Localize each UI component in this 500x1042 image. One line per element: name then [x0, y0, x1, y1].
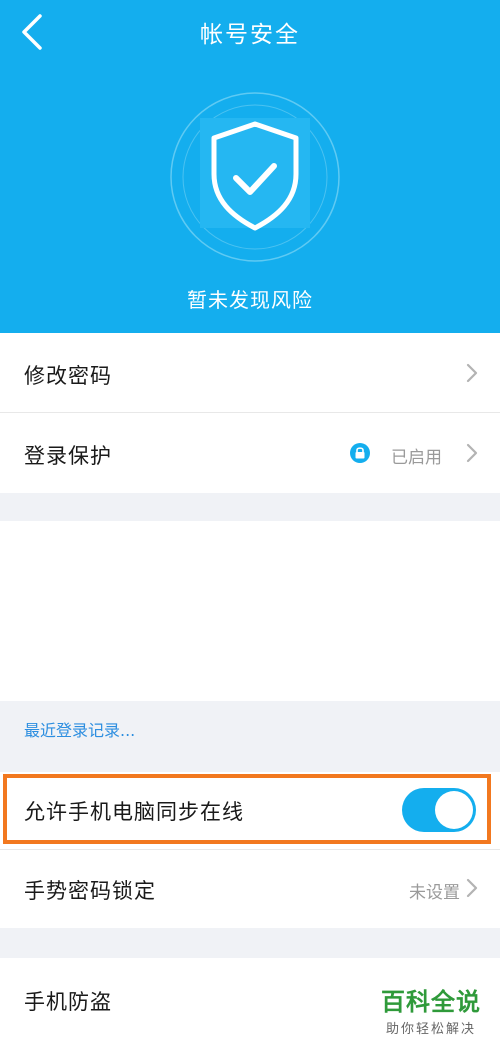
sync-online-label: 允许手机电脑同步在线 — [24, 800, 244, 824]
change-password-label: 修改密码 — [24, 364, 112, 388]
toggle-knob — [435, 791, 473, 829]
anti-theft-label: 手机防盗 — [24, 990, 112, 1014]
login-protection-row[interactable]: 登录保护 已启用 — [0, 413, 500, 493]
chevron-right-icon — [466, 363, 478, 383]
gesture-lock-status: 未设置 — [409, 883, 460, 903]
header: 帐号安全 暂未发现风险 — [0, 0, 500, 333]
watermark-title: 百科全说 — [381, 988, 481, 1016]
recent-login-link[interactable]: 最近登录记录... — [24, 717, 135, 741]
page-title: 帐号安全 — [200, 22, 300, 48]
chevron-right-icon — [466, 878, 478, 898]
sync-online-row: 允许手机电脑同步在线 — [0, 772, 500, 850]
security-status-text: 暂未发现风险 — [187, 288, 313, 312]
gesture-lock-label: 手势密码锁定 — [24, 879, 156, 903]
content-panel — [0, 521, 500, 701]
watermark-subtitle: 助你轻松解决 — [385, 1022, 476, 1037]
change-password-row[interactable]: 修改密码 — [0, 333, 500, 413]
chevron-right-icon — [466, 443, 478, 463]
login-protection-label: 登录保护 — [24, 444, 112, 468]
lock-icon — [350, 443, 370, 463]
watermark-logo: 百科全说 助你轻松解决 — [376, 982, 486, 1037]
shield-icon — [170, 92, 340, 262]
login-protection-status: 已启用 — [391, 448, 442, 468]
gesture-lock-row[interactable]: 手势密码锁定 未设置 — [0, 850, 500, 928]
sync-online-toggle[interactable] — [402, 788, 476, 832]
